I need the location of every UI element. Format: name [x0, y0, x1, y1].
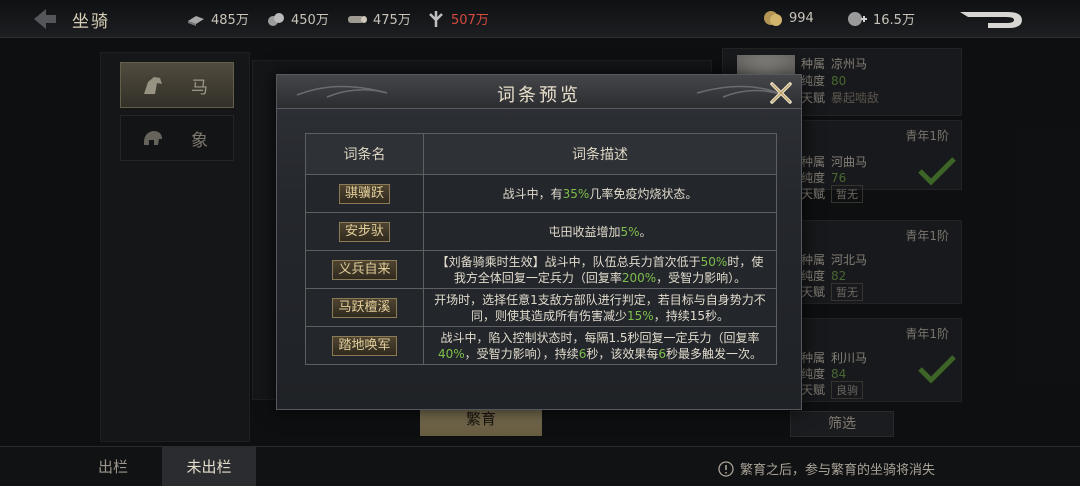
top-bar: 坐骑 485万 450万 475万 507万 994 16.5万 [0, 0, 1080, 38]
description-text: 【刘备骑乘时生效】战斗中，队伍总兵力首次低于 [436, 254, 701, 269]
bottom-bar: 出栏 未出栏 繁育之后，参与繁育的坐骑将消失 [0, 446, 1080, 486]
description-text: ，受智力影响）。 [656, 270, 747, 285]
highlight-value: 200% [621, 270, 657, 285]
dialog-title: 词条预览 [497, 85, 581, 106]
info-icon [718, 460, 734, 477]
term-name-cell: 安步驮 [305, 212, 424, 251]
term-description: 开场时，选择任意1支敌方部队进行判定，若目标与自身势力不同，则使其造成所有伤害减… [423, 288, 777, 327]
term-name-cell: 马跃檀溪 [305, 288, 424, 327]
breed-notice: 繁育之后，参与繁育的坐骑将消失 [718, 459, 935, 478]
description-text: ，持续15秒。 [653, 308, 729, 323]
copper-value: 16.5万 [873, 13, 915, 28]
description-text: 几率免疫灼烧状态。 [589, 186, 698, 201]
term-name: 骐骥跃 [338, 183, 390, 204]
gold-value: 994 [789, 10, 814, 26]
resource-wood: 475万 [346, 9, 411, 28]
term-table: 词条名 词条描述 骐骥跃 战斗中，有35%几率免疫灼烧状态。安步驮 屯田收益增加5%… [305, 133, 777, 365]
term-name-cell: 义兵自来 [305, 250, 424, 289]
table-row: 踏地唤军 战斗中，陷入控制状态时，每隔1.5秒回复一定兵力（回复率40%，受智力影… [305, 326, 777, 365]
table-row: 义兵自来 【刘备骑乘时生效】战斗中，队伍总兵力首次低于50%时，使我方全体回复一定… [305, 250, 777, 289]
description-text: 战斗中，有 [502, 186, 563, 201]
resource-iron-value: 485万 [211, 13, 249, 28]
copper-coin-plus-icon [848, 11, 867, 26]
stone-pile-icon [268, 12, 284, 26]
table-row: 骐骥跃 战斗中，有35%几率免疫灼烧状态。 [305, 174, 777, 213]
table-row: 安步驮 屯田收益增加5%。 [305, 212, 777, 251]
table-header-row: 词条名 词条描述 [305, 133, 777, 175]
return-button[interactable] [958, 8, 1026, 32]
highlight-value: 40% [438, 346, 465, 361]
resource-stone: 450万 [266, 9, 329, 28]
dialog-header: 词条预览 [277, 75, 801, 109]
column-header-desc: 词条描述 [423, 133, 777, 175]
description-text: 秒最多触发一次。 [665, 346, 762, 361]
resource-stone-value: 450万 [291, 13, 329, 28]
resource-copper: 16.5万 [846, 9, 915, 28]
term-name: 义兵自来 [332, 259, 397, 280]
table-row: 马跃檀溪 开场时，选择任意1支敌方部队进行判定，若目标与自身势力不同，则使其造成所… [305, 288, 777, 327]
return-icon [960, 12, 1022, 28]
description-text: 。 [639, 224, 652, 239]
iron-ingot-icon [188, 15, 204, 26]
resource-wood-value: 475万 [373, 13, 411, 28]
term-name: 踏地唤军 [332, 335, 397, 356]
description-text: 屯田收益增加 [548, 224, 621, 239]
tab-unreleased[interactable]: 未出栏 [162, 447, 256, 486]
term-description: 战斗中，有35%几率免疫灼烧状态。 [423, 174, 777, 213]
resource-iron: 485万 [186, 9, 249, 28]
tab-released[interactable]: 出栏 [66, 447, 160, 486]
close-button[interactable] [767, 79, 795, 107]
description-text: ，受智力影响），持续 [464, 346, 579, 361]
resource-gold: 994 [762, 9, 814, 27]
term-name: 马跃檀溪 [332, 297, 397, 318]
back-button[interactable] [30, 6, 60, 32]
grain-sprout-icon [429, 10, 443, 27]
description-text: 秒，该效果每 [586, 346, 659, 361]
resource-grain: 507万 [426, 9, 489, 28]
gold-coin-icon [764, 11, 782, 26]
highlight-value: 50% [700, 254, 728, 269]
highlight-value: 5% [620, 224, 640, 239]
term-description: 屯田收益增加5%。 [423, 212, 777, 251]
term-description: 【刘备骑乘时生效】战斗中，队伍总兵力首次低于50%时，使我方全体回复一定兵力（回… [423, 250, 777, 289]
term-name: 安步驮 [338, 221, 390, 242]
close-icon [770, 82, 792, 104]
page-title: 坐骑 [72, 12, 110, 32]
highlight-value: 6 [658, 346, 666, 361]
back-arrow-icon [34, 9, 56, 29]
wood-log-icon [348, 15, 367, 23]
resource-grain-value: 507万 [451, 13, 489, 28]
term-name-cell: 踏地唤军 [305, 326, 424, 365]
highlight-value: 15% [627, 308, 654, 323]
breed-notice-text: 繁育之后，参与繁育的坐骑将消失 [740, 463, 936, 478]
term-description: 战斗中，陷入控制状态时，每隔1.5秒回复一定兵力（回复率40%，受智力影响），持… [423, 326, 777, 365]
term-preview-dialog: 词条预览 词条名 词条描述 骐骥跃 战斗中，有35%几率免疫灼烧状态。安步驮 屯田收… [276, 74, 802, 410]
highlight-value: 35% [562, 186, 590, 201]
term-name-cell: 骐骥跃 [305, 174, 424, 213]
column-header-name: 词条名 [305, 133, 424, 175]
description-text: 战斗中，陷入控制状态时，每隔1.5秒回复一定兵力（回复率 [440, 330, 760, 345]
